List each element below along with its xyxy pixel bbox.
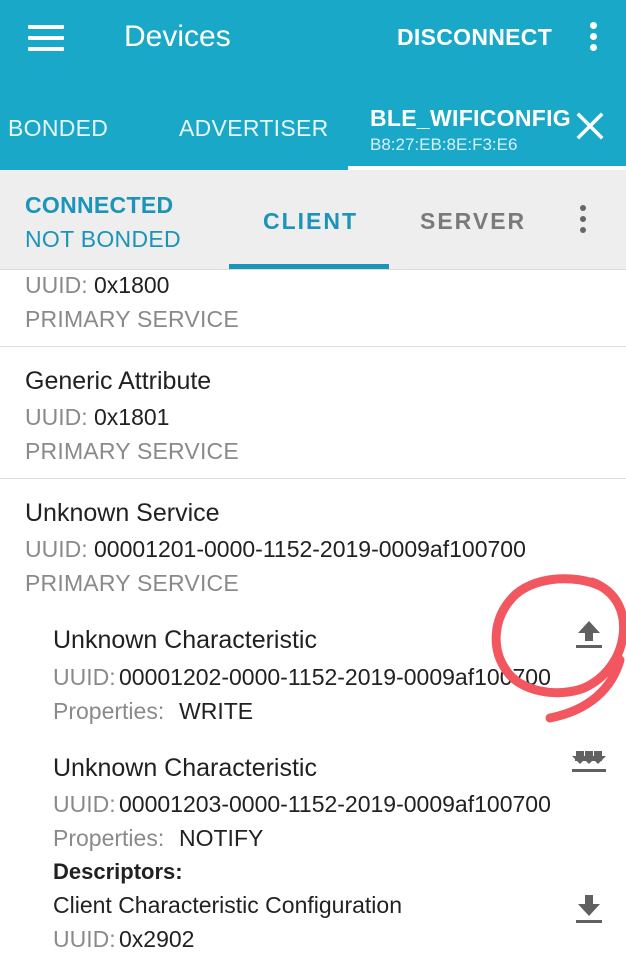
service-type: PRIMARY SERVICE <box>25 570 239 596</box>
properties-label: Properties: <box>53 825 165 851</box>
tab-server[interactable]: SERVER <box>420 208 526 235</box>
service-name: Generic Attribute <box>25 367 212 395</box>
uuid-label: UUID: <box>25 536 88 562</box>
close-icon[interactable] <box>572 108 608 144</box>
characteristic-name: Unknown Characteristic <box>53 626 317 654</box>
page-title: Devices <box>124 20 231 53</box>
service-list[interactable]: UUID: 0x1800 PRIMARY SERVICE Generic Att… <box>0 270 626 966</box>
download-arrow-icon[interactable] <box>569 890 609 930</box>
uuid-label: UUID: <box>25 404 88 430</box>
service-type: PRIMARY SERVICE <box>25 438 239 464</box>
uuid-label: UUID: <box>53 926 116 952</box>
bond-status: NOT BONDED <box>25 226 181 252</box>
hamburger-menu-icon[interactable] <box>28 25 64 51</box>
descriptor-name: Client Characteristic Configuration <box>53 892 402 918</box>
multi-download-arrows-icon[interactable] <box>569 742 609 782</box>
properties-label: Properties: <box>53 698 165 724</box>
service-uuid: 0x1801 <box>94 404 170 430</box>
characteristic-name: Unknown Characteristic <box>53 754 317 782</box>
characteristic-uuid: 00001202-0000-1152-2019-0009af100700 <box>119 664 551 690</box>
connection-status: CONNECTED <box>25 192 174 218</box>
divider <box>0 478 626 479</box>
descriptors-heading: Descriptors: <box>53 859 183 884</box>
upload-arrow-icon[interactable] <box>569 614 609 654</box>
service-uuid: 0x1800 <box>94 272 170 298</box>
characteristic-uuid: 00001203-0000-1152-2019-0009af100700 <box>119 791 551 817</box>
service-type: PRIMARY SERVICE <box>25 306 239 332</box>
divider <box>0 346 626 347</box>
more-options-icon[interactable] <box>574 205 592 237</box>
uuid-label: UUID: <box>25 272 88 298</box>
more-options-icon[interactable] <box>583 22 603 54</box>
service-uuid: 00001201-0000-1152-2019-0009af100700 <box>94 536 526 562</box>
active-subtab-indicator <box>229 264 389 269</box>
service-name: Unknown Service <box>25 499 220 527</box>
device-address: B8:27:EB:8E:F3:E6 <box>370 135 518 154</box>
app-bar: Devices DISCONNECT BONDED ADVERTISER BLE… <box>0 0 626 170</box>
tab-bonded[interactable]: BONDED <box>8 115 108 142</box>
connection-bar: CONNECTED NOT BONDED CLIENT SERVER <box>0 170 626 270</box>
characteristic-properties: NOTIFY <box>179 825 264 851</box>
characteristic-properties: WRITE <box>179 698 254 724</box>
disconnect-button[interactable]: DISCONNECT <box>397 24 552 51</box>
device-name: BLE_WIFICONFIG <box>370 105 571 131</box>
descriptor-uuid: 0x2902 <box>119 926 195 952</box>
uuid-label: UUID: <box>53 791 116 817</box>
tab-client[interactable]: CLIENT <box>263 208 358 235</box>
uuid-label: UUID: <box>53 664 116 690</box>
tab-advertiser[interactable]: ADVERTISER <box>179 115 329 142</box>
